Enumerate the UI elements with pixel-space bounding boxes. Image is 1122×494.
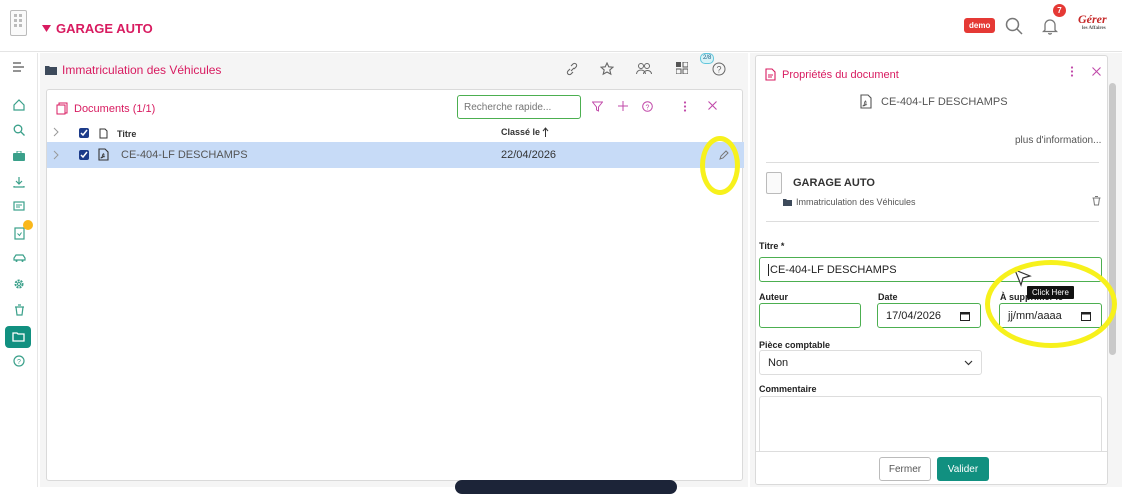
documents-icon: [56, 102, 68, 115]
download-icon[interactable]: [11, 174, 27, 190]
column-classified-label: Classé le: [501, 127, 541, 137]
properties-more-icon[interactable]: [1070, 66, 1074, 77]
select-all-checkbox[interactable]: [79, 128, 89, 138]
more-info-link[interactable]: plus d'information...: [1015, 135, 1101, 146]
svg-text:?: ?: [17, 359, 21, 366]
user-logo-text: Gérer: [1078, 12, 1107, 26]
doc-name: CE-404-LF DESCHAMPS: [881, 95, 1008, 108]
user-avatar[interactable]: Gérer les Affaires: [1078, 12, 1107, 31]
search-nav-icon[interactable]: [11, 122, 27, 138]
properties-close-icon[interactable]: [1092, 67, 1101, 76]
date-input-value: 17/04/2026: [886, 309, 942, 322]
column-title[interactable]: Titre: [117, 129, 136, 139]
briefcase-icon[interactable]: [11, 148, 27, 164]
caret-down-icon: [42, 25, 51, 32]
accounting-label: Pièce comptable: [759, 340, 831, 350]
comment-label: Commentaire: [759, 384, 817, 394]
svg-text:?: ?: [716, 65, 721, 75]
trash-nav-icon[interactable]: [11, 302, 27, 318]
pdf-file-icon: [860, 94, 872, 109]
quick-search-input[interactable]: [457, 95, 581, 119]
accounting-select-value: Non: [768, 356, 789, 369]
notification-dot: [23, 220, 33, 230]
author-label: Auteur: [759, 292, 788, 302]
search-icon[interactable]: [1005, 17, 1023, 35]
documents-title: Documents (1/1): [74, 102, 156, 115]
doc-column-icon: [99, 128, 108, 139]
documents-panel: Documents (1/1) ? Titre: [46, 89, 744, 481]
folder-title: Immatriculation des Véhicules: [45, 63, 221, 77]
comment-textarea[interactable]: [759, 396, 1102, 456]
sidebar: ?: [0, 53, 38, 487]
star-icon[interactable]: [600, 62, 614, 76]
author-input[interactable]: [759, 303, 861, 328]
org-folder: Immatriculation des Véhicules: [783, 197, 916, 207]
add-icon[interactable]: [618, 101, 628, 111]
sort-up-icon: [542, 127, 549, 138]
remove-folder-trash-icon[interactable]: [1092, 196, 1101, 206]
organization-name: GARAGE AUTO: [56, 21, 153, 36]
properties-title: Propriétés du document: [782, 68, 899, 81]
user-logo-subtext: les Affaires: [1082, 26, 1106, 31]
calendar-icon[interactable]: [960, 311, 970, 321]
documents-header: Documents (1/1): [56, 102, 155, 115]
notification-count-badge: 7: [1053, 4, 1066, 17]
title-input-value: CE-404-LF DESCHAMPS: [770, 263, 897, 276]
help-icon[interactable]: ?: [712, 62, 726, 76]
settings-icon[interactable]: [11, 276, 27, 292]
message-icon[interactable]: [11, 199, 27, 215]
document-properties-icon: [765, 68, 776, 81]
row-checkbox[interactable]: [79, 150, 89, 160]
org-name: GARAGE AUTO: [793, 177, 875, 189]
chevron-down-icon: [964, 360, 973, 366]
app-launcher-icon[interactable]: [10, 10, 27, 36]
main-area: Immatriculation des Véhicules 2/8 ? Docu…: [40, 53, 748, 487]
expand-row-icon[interactable]: [53, 150, 59, 160]
highlight-ellipse: [700, 136, 740, 195]
folder-name: Immatriculation des Véhicules: [62, 63, 222, 77]
date-input[interactable]: 17/04/2026: [877, 303, 981, 328]
folder-icon: [45, 65, 57, 75]
org-logo-icon: [766, 172, 782, 194]
folder-bar: Immatriculation des Véhicules 2/8 ?: [40, 53, 748, 86]
doc-name-display: CE-404-LF DESCHAMPS: [860, 94, 1008, 109]
expand-all-icon[interactable]: [53, 127, 59, 137]
menu-toggle-icon[interactable]: [11, 59, 27, 75]
row-date: 22/04/2026: [501, 149, 557, 161]
table-header: Titre Classé le: [47, 127, 744, 141]
top-bar: GARAGE AUTO demo 7 Gérer les Affaires: [0, 0, 1122, 52]
organization-selector[interactable]: GARAGE AUTO: [42, 21, 153, 36]
users-icon[interactable]: [636, 62, 652, 76]
footer-bar: [756, 451, 1107, 484]
divider: [766, 221, 1099, 222]
row-title[interactable]: CE-404-LF DESCHAMPS: [121, 149, 248, 161]
title-label: Titre *: [759, 241, 785, 251]
link-icon[interactable]: [565, 62, 579, 76]
close-panel-icon[interactable]: [708, 101, 717, 110]
home-icon[interactable]: [11, 97, 27, 113]
svg-text:?: ?: [646, 104, 650, 111]
help-circle-icon[interactable]: ?: [642, 101, 653, 112]
highlight-ellipse: [985, 260, 1117, 348]
bell-icon[interactable]: [1042, 17, 1058, 35]
column-classified[interactable]: Classé le: [501, 127, 549, 138]
filter-icon[interactable]: [592, 101, 603, 112]
small-folder-icon: [783, 198, 792, 206]
pdf-doc-icon: [98, 148, 109, 161]
org-folder-name: Immatriculation des Véhicules: [796, 197, 916, 207]
accounting-select[interactable]: Non: [759, 350, 982, 375]
car-icon[interactable]: [11, 250, 27, 266]
validate-button[interactable]: Valider: [937, 457, 989, 481]
table-row[interactable]: CE-404-LF DESCHAMPS 22/04/2026: [47, 142, 744, 168]
folder-nav-icon[interactable]: [5, 326, 31, 348]
close-button[interactable]: Fermer: [879, 457, 931, 481]
properties-header: Propriétés du document: [765, 68, 899, 81]
panels-icon[interactable]: 2/8: [676, 53, 715, 74]
help-nav-icon[interactable]: ?: [11, 353, 27, 369]
date-label: Date: [878, 292, 898, 302]
bottom-toolbar-pill: [455, 480, 677, 494]
demo-badge: demo: [964, 18, 996, 33]
more-vertical-icon[interactable]: [683, 101, 687, 112]
divider: [766, 162, 1099, 163]
